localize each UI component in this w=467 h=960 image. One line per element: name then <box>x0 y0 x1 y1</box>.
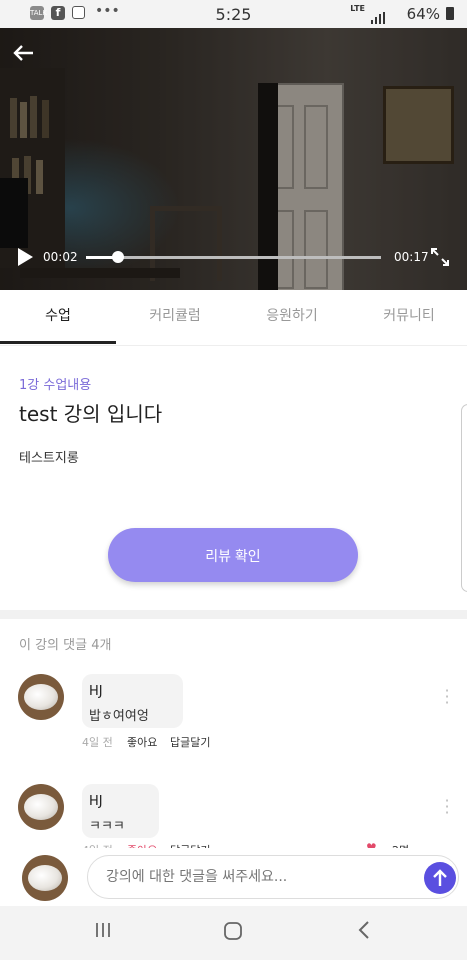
back-arrow-icon[interactable] <box>12 40 34 68</box>
comment-time: 4일 전 <box>82 736 113 749</box>
signal-icon <box>371 9 385 28</box>
status-time: 5:25 <box>215 5 252 24</box>
play-icon[interactable] <box>16 247 34 271</box>
fullscreen-icon[interactable] <box>430 247 450 272</box>
avatar[interactable] <box>18 674 64 720</box>
lesson-description: 테스트지롱 <box>19 451 79 466</box>
back-icon[interactable] <box>356 920 372 945</box>
section-divider <box>0 610 467 619</box>
more-options-icon[interactable]: · · · <box>443 683 451 711</box>
send-button[interactable] <box>424 862 456 894</box>
current-time: 00:02 <box>43 250 78 264</box>
tab-cheer[interactable]: 응원하기 <box>234 290 350 342</box>
recent-apps-icon[interactable] <box>93 920 113 945</box>
more-options-icon[interactable]: · · · <box>443 793 451 821</box>
avatar <box>22 855 68 901</box>
scroll-indicator[interactable] <box>461 404 467 592</box>
tab-community[interactable]: 커뮤니티 <box>351 290 467 342</box>
status-bar: TALK f ••• 5:25 LTE 64% <box>0 0 467 28</box>
avatar[interactable] <box>18 784 64 830</box>
comment-count: 이 강의 댓글 4개 <box>19 638 112 653</box>
comment-bubble: HJ ㅋㅋㅋ <box>82 784 159 838</box>
lte-indicator: LTE <box>350 4 365 13</box>
seek-thumb[interactable] <box>112 251 124 263</box>
tab-class[interactable]: 수업 <box>0 290 116 344</box>
battery-percent: 64% <box>406 5 440 23</box>
battery-icon <box>446 7 454 20</box>
comment-text: ㅋㅋㅋ <box>89 819 125 834</box>
comment-author: HJ <box>89 684 103 699</box>
comment-input[interactable] <box>87 855 459 899</box>
comment-text: 밥ㅎ여여엉 <box>89 709 149 724</box>
reply-link[interactable]: 답글달기 <box>170 734 210 750</box>
comment-bubble: HJ 밥ㅎ여여엉 <box>82 674 183 728</box>
review-button[interactable]: 리뷰 확인 <box>108 528 358 582</box>
comment-author: HJ <box>89 794 103 809</box>
tab-bar: 수업 커리큘럼 응원하기 커뮤니티 <box>0 290 467 346</box>
like-link[interactable]: 좋아요 <box>127 734 157 750</box>
home-icon[interactable] <box>222 920 244 947</box>
seek-bar[interactable] <box>86 256 381 259</box>
android-nav-bar <box>0 906 467 960</box>
lesson-title: test 강의 입니다 <box>19 402 163 426</box>
lesson-label: 1강 수업내용 <box>19 378 92 393</box>
tab-curriculum[interactable]: 커리큘럼 <box>117 290 233 342</box>
total-time: 00:17 <box>394 250 429 264</box>
arrow-up-icon <box>433 869 447 886</box>
